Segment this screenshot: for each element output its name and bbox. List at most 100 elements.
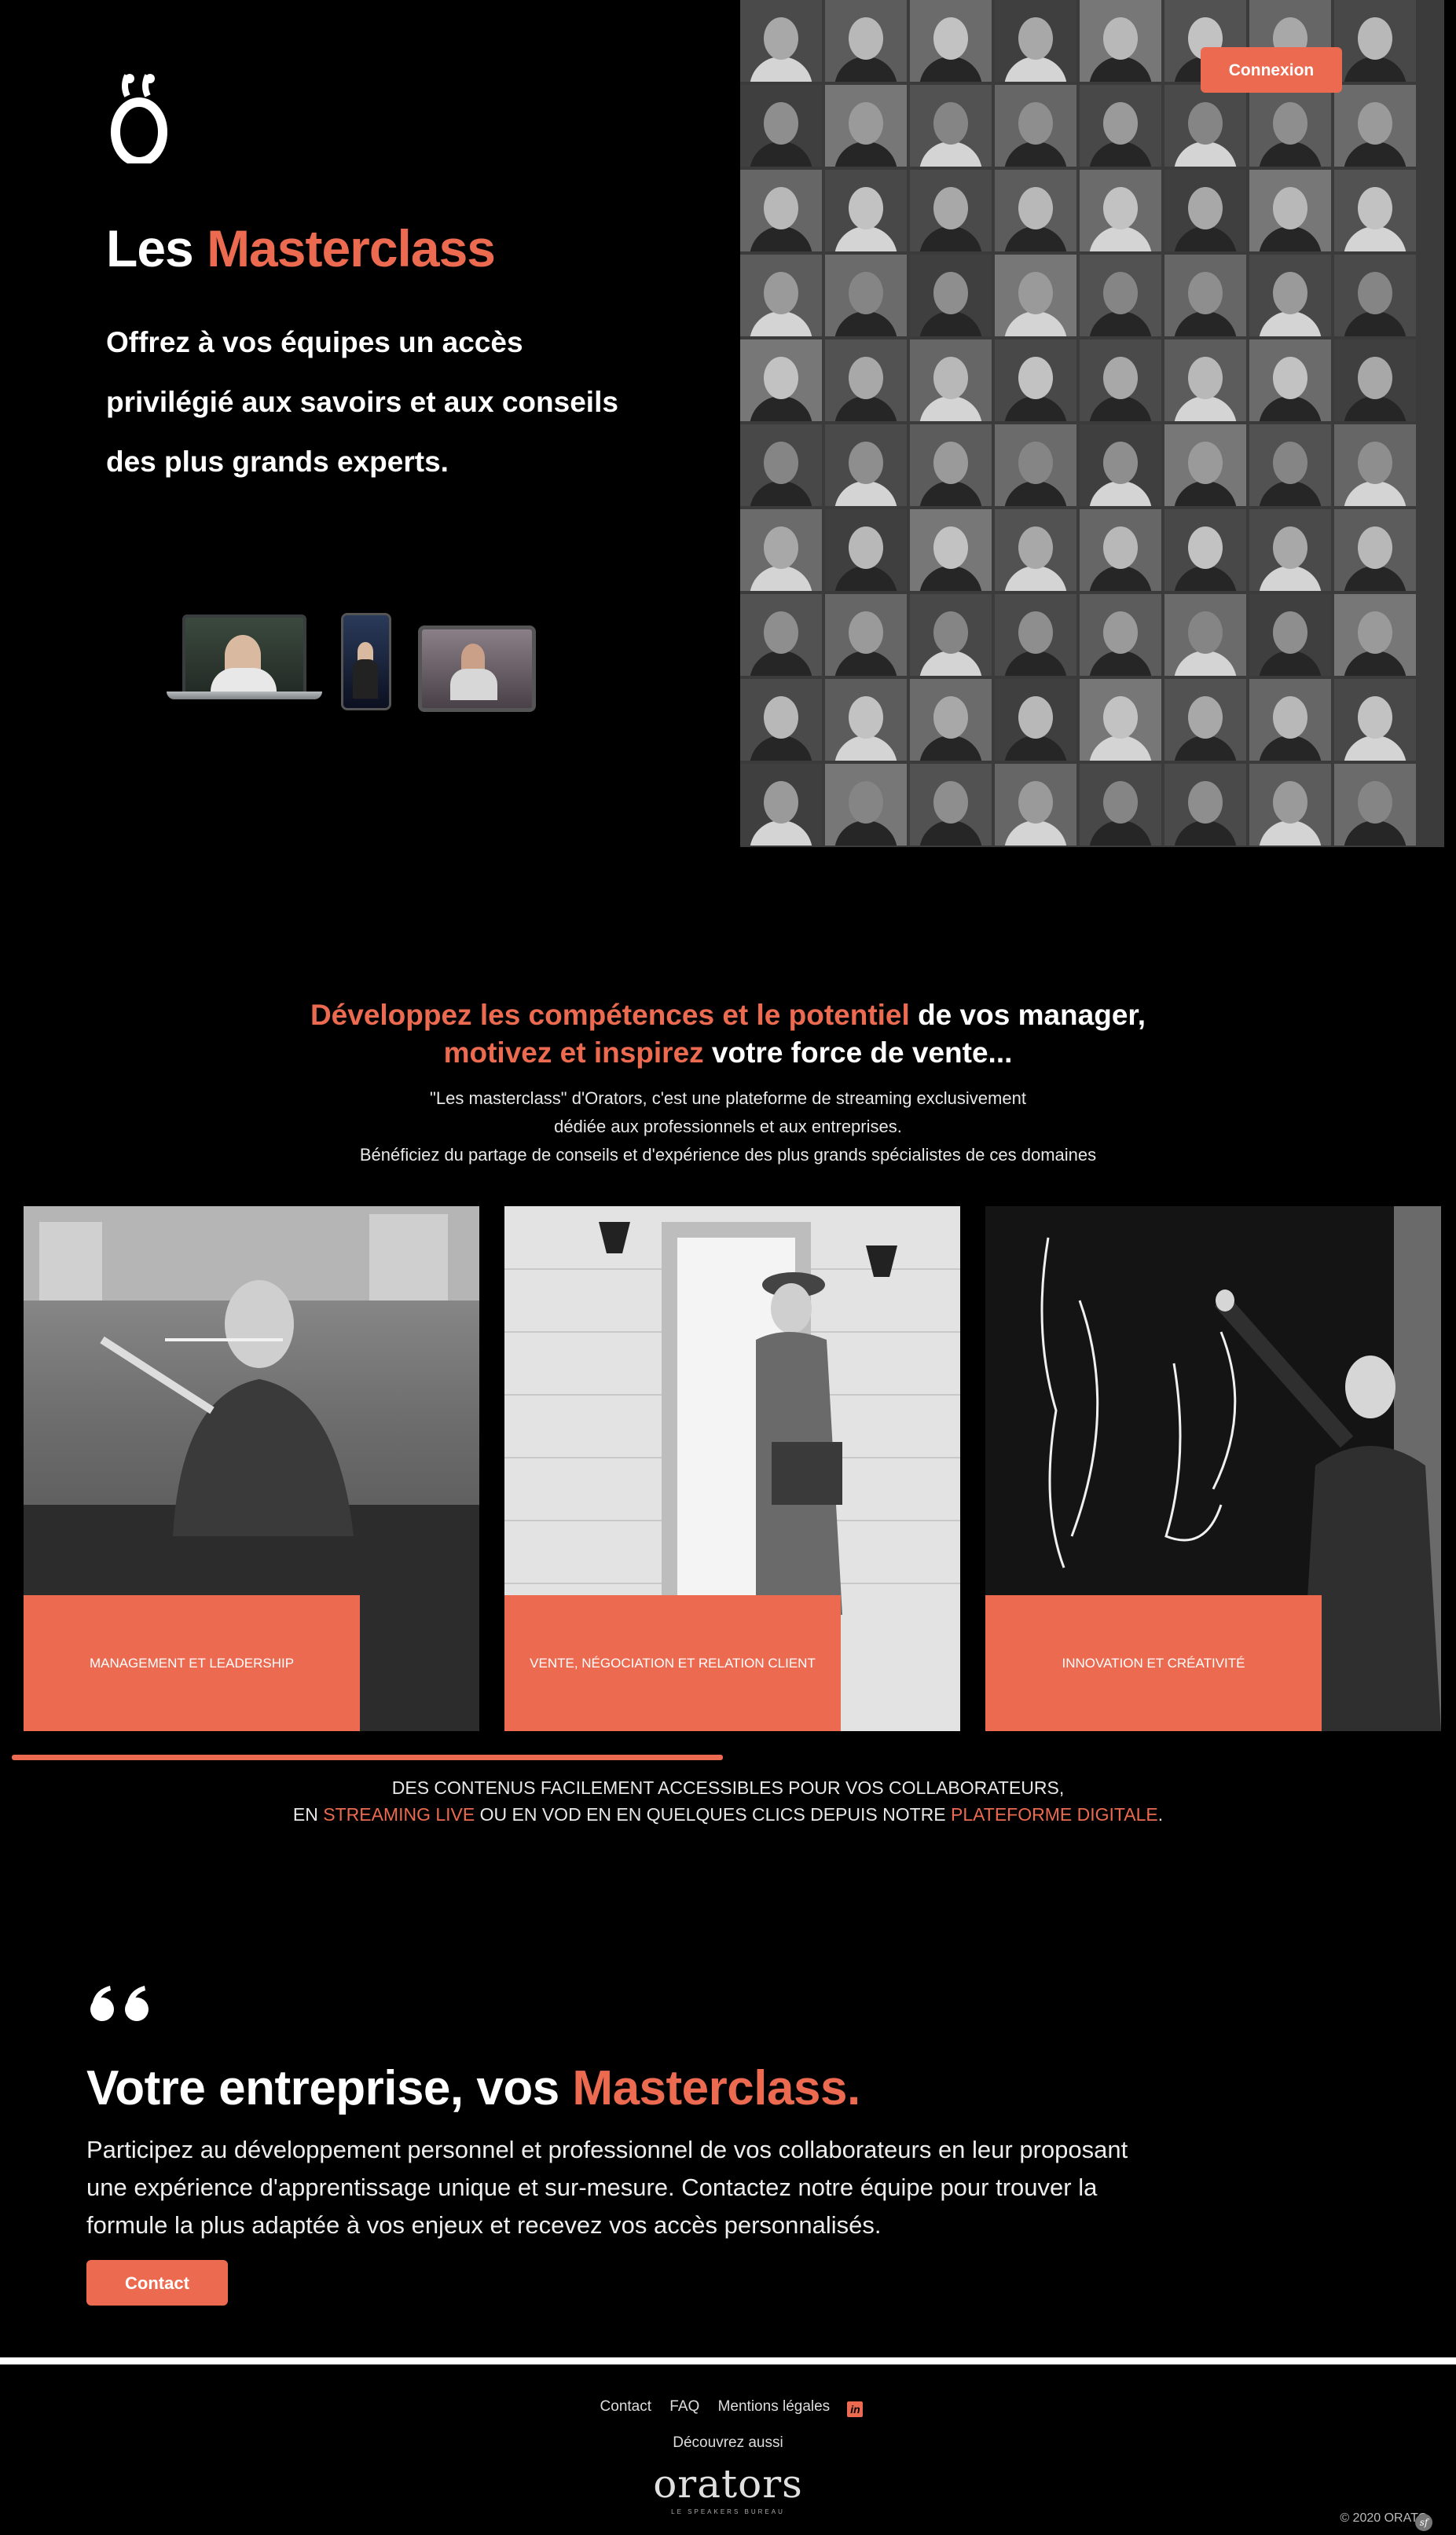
speaker-photo-tile <box>740 594 822 676</box>
hero-section: Les Masterclass Offrez à vos équipes un … <box>0 0 1456 849</box>
speaker-photo-tile <box>1080 679 1161 761</box>
tablet-screen <box>418 625 536 712</box>
speaker-photo-tile <box>740 679 822 761</box>
intro-body-line2: dédiée aux professionnels et aux entrepr… <box>554 1117 902 1136</box>
speaker-photo-tile <box>1164 424 1246 506</box>
speaker-photo-tile <box>740 255 822 336</box>
speaker-photo-tile <box>1334 679 1416 761</box>
speaker-photo-tile <box>1334 339 1416 421</box>
speaker-photo-tile <box>1334 424 1416 506</box>
discover-label: Découvrez aussi <box>673 2434 783 2451</box>
speaker-photo-tile <box>1080 0 1161 82</box>
intro-line1-rest: de vos manager, <box>909 999 1146 1031</box>
intro-headline: Développez les compétences et le potenti… <box>0 996 1456 1072</box>
speaker-photo-tile <box>1164 170 1246 251</box>
speaker-photo-tile <box>825 679 907 761</box>
speaker-photo-tile <box>1334 255 1416 336</box>
speaker-photo-tile <box>740 85 822 167</box>
cta-title-accent: Masterclass. <box>572 2061 860 2115</box>
speaker-photo-tile <box>995 594 1076 676</box>
speaker-photo-tile <box>1249 424 1331 506</box>
hero-title-prefix: Les <box>106 219 207 277</box>
speaker-photo-tile <box>1164 85 1246 167</box>
hero-lead: Offrez à vos équipes un accès privilégié… <box>106 326 618 478</box>
phone-screen <box>341 613 391 710</box>
speaker-photo-tile <box>910 509 992 591</box>
speaker-photo-tile <box>910 170 992 251</box>
speaker-photo-tile <box>1249 85 1331 167</box>
streaming-line1: DES CONTENUS FACILEMENT ACCESSIBLES POUR… <box>391 1777 1065 1798</box>
intro-line2-accent: motivez et inspirez <box>443 1036 704 1069</box>
speaker-photo-tile <box>1249 255 1331 336</box>
orators-brand-logo[interactable]: orators <box>0 2463 1456 2504</box>
speaker-photo-tile <box>1249 764 1331 846</box>
connexion-button[interactable]: Connexion <box>1201 47 1342 93</box>
speaker-photo-tile <box>740 339 822 421</box>
speaker-photo-tile <box>910 424 992 506</box>
speaker-photo-tile <box>910 255 992 336</box>
cta-body: Participez au développement personnel et… <box>86 2136 1128 2239</box>
cta-title: Votre entreprise, vos Masterclass. <box>86 2060 860 2116</box>
category-card-management[interactable]: MANAGEMENT ET LEADERSHIP <box>24 1206 479 1731</box>
speaker-photo-tile <box>1164 594 1246 676</box>
contact-button[interactable]: Contact <box>86 2260 228 2306</box>
speaker-photo-tile <box>740 170 822 251</box>
speaker-photo-tile <box>825 424 907 506</box>
speaker-photo-tile <box>1080 85 1161 167</box>
speaker-photo-tile <box>910 594 992 676</box>
footer-link-contact[interactable]: Contact <box>600 2398 651 2415</box>
speakers-photo-grid <box>740 0 1444 847</box>
carousel-progress-bar[interactable] <box>12 1755 723 1760</box>
speaker-photo-tile <box>825 255 907 336</box>
speaker-photo-tile <box>1164 509 1246 591</box>
category-label-vente: VENTE, NÉGOCIATION ET RELATION CLIENT <box>504 1595 841 1731</box>
speaker-photo-tile <box>1334 170 1416 251</box>
speaker-photo-tile <box>1249 170 1331 251</box>
symfony-badge-icon[interactable]: sf <box>1415 2514 1432 2531</box>
category-card-vente[interactable]: VENTE, NÉGOCIATION ET RELATION CLIENT <box>504 1206 960 1731</box>
speaker-photo-tile <box>825 764 907 846</box>
speaker-photo-tile <box>1164 255 1246 336</box>
speaker-photo-tile <box>995 0 1076 82</box>
hero-title: Les Masterclass <box>106 218 496 278</box>
speaker-photo-tile <box>1249 339 1331 421</box>
streaming-line2-c: . <box>1157 1804 1164 1825</box>
speaker-photo-tile <box>910 0 992 82</box>
orators-logo-icon[interactable] <box>104 69 174 163</box>
speaker-photo-tile <box>740 424 822 506</box>
linkedin-icon[interactable]: in <box>847 2401 864 2417</box>
intro-line1-accent: Développez les compétences et le potenti… <box>310 999 910 1031</box>
hero-title-accent: Masterclass <box>207 219 496 277</box>
category-card-innovation[interactable]: INNOVATION ET CRÉATIVITÉ <box>985 1206 1441 1731</box>
speaker-photo-tile <box>825 85 907 167</box>
speaker-photo-tile <box>910 679 992 761</box>
speaker-photo-tile <box>995 339 1076 421</box>
speaker-photo-tile <box>995 764 1076 846</box>
speaker-photo-tile <box>1080 594 1161 676</box>
speaker-photo-tile <box>995 85 1076 167</box>
streaming-line2-b: OU EN VOD EN EN QUELQUES CLICS DEPUIS NO… <box>475 1804 952 1825</box>
laptop-base <box>167 692 322 699</box>
speaker-photo-tile <box>1334 594 1416 676</box>
intro-line2-rest: votre force de vente... <box>703 1036 1013 1069</box>
speaker-photo-tile <box>1080 764 1161 846</box>
speaker-photo-tile <box>825 170 907 251</box>
copyright: © 2020 ORATOsf <box>1340 2511 1432 2531</box>
speaker-photo-tile <box>1334 764 1416 846</box>
intro-description: "Les masterclass" d'Orators, c'est une p… <box>0 1084 1456 1169</box>
category-label-management: MANAGEMENT ET LEADERSHIP <box>24 1595 360 1731</box>
footer-links: Contact FAQ Mentions légales in <box>0 2398 1456 2417</box>
footer-link-mentions[interactable]: Mentions légales <box>718 2398 831 2415</box>
speaker-photo-tile <box>1080 170 1161 251</box>
devices-illustration <box>167 613 536 712</box>
speaker-photo-tile <box>1080 339 1161 421</box>
laptop-screen <box>182 614 306 696</box>
speaker-photo-tile <box>995 424 1076 506</box>
speaker-photo-tile <box>1080 255 1161 336</box>
speaker-photo-tile <box>825 509 907 591</box>
speaker-photo-tile <box>910 339 992 421</box>
speaker-photo-tile <box>1249 509 1331 591</box>
speaker-photo-tile <box>995 509 1076 591</box>
footer-link-faq[interactable]: FAQ <box>669 2398 699 2415</box>
speaker-photo-tile <box>1249 594 1331 676</box>
